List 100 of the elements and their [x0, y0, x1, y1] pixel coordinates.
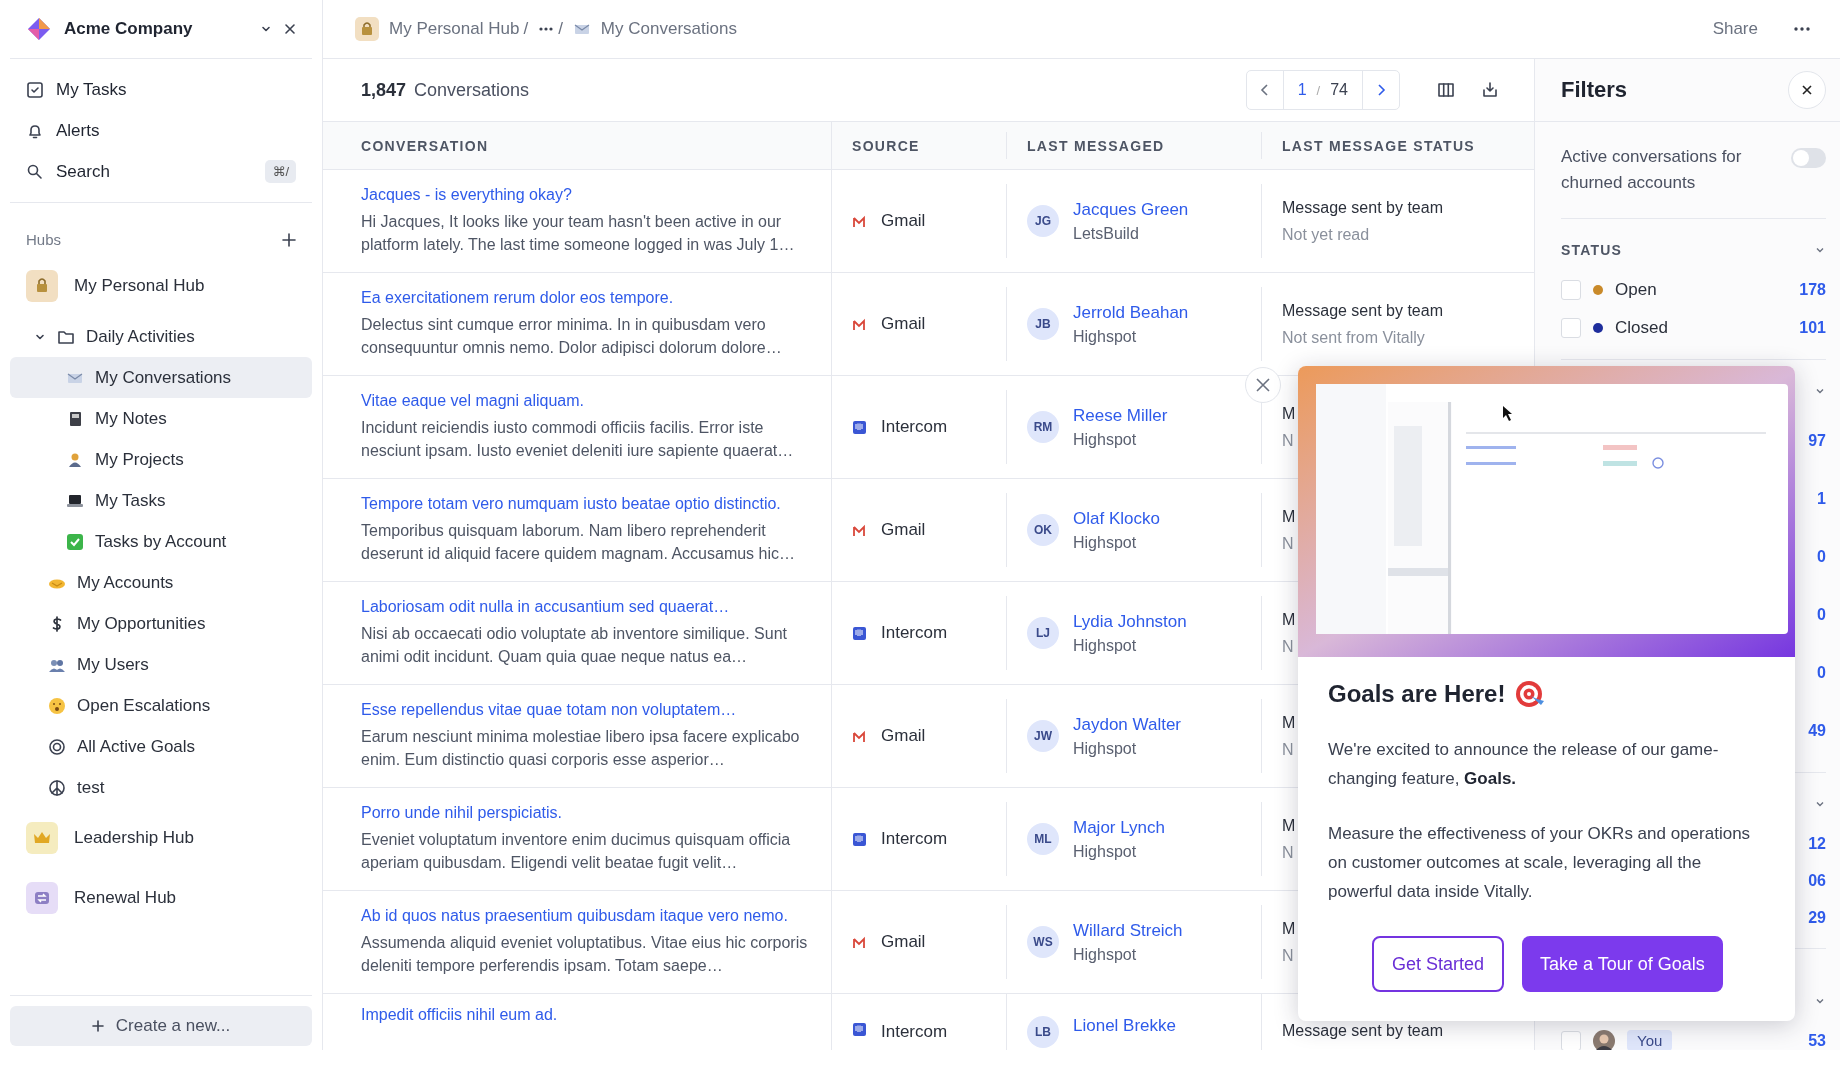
source-label: Gmail [881, 520, 926, 540]
read-status: Not yet read [1282, 225, 1370, 244]
checkbox[interactable] [1561, 280, 1581, 300]
message-status: Message sent by team [1282, 1022, 1443, 1040]
page-separator: / [1316, 82, 1321, 98]
peace-icon [48, 778, 66, 797]
tree-item[interactable]: My Tasks [10, 480, 312, 521]
workspace-name[interactable]: Acme Company [64, 19, 193, 39]
share-button[interactable]: Share [1712, 19, 1758, 39]
mail-icon [852, 522, 867, 538]
tree-item[interactable]: My Accounts [10, 562, 312, 603]
breadcrumb-separator: / [523, 19, 529, 39]
contact-link[interactable]: Jacques Green [1073, 199, 1189, 220]
conversation-link[interactable]: Esse repellendus vitae quae totam non voluptatem… [361, 701, 737, 719]
close-button[interactable] [1788, 71, 1826, 109]
contact-link[interactable]: Jaydon Walter [1073, 714, 1182, 735]
shortcut-badge: ⌘/ [265, 160, 296, 183]
tree-item[interactable]: Renewal Hub [10, 868, 312, 928]
result-count: 1,847 [361, 79, 407, 101]
tour-button[interactable]: Take a Tour of Goals [1522, 936, 1723, 992]
source-label: Gmail [881, 211, 926, 231]
tree-item[interactable]: My Opportunities [10, 603, 312, 644]
download-icon [1481, 81, 1499, 99]
contact-link[interactable]: Reese Miller [1073, 405, 1168, 426]
filter-option[interactable]: Open [1615, 280, 1657, 300]
checkbox[interactable] [1561, 1030, 1581, 1050]
message-preview: Nisi ab occaecati odio voluptate ab inventore similique. Sunt animi odit incidunt. Quam quia quae neque natus ea… [361, 624, 789, 667]
message-preview: Eveniet voluptatum inventore enim ducimus quisquam officia aperiam quibusdam. Eligendi velit beatae fugit velit… [361, 830, 792, 873]
conversation-link[interactable]: Vitae eaque vel magni aliquam. [361, 392, 584, 410]
read-status: N [1282, 431, 1294, 450]
checkbox-icon [26, 80, 44, 99]
tree-item[interactable]: My Projects [10, 439, 312, 480]
tree-item[interactable]: Open Escalations [10, 685, 312, 726]
option-count: 1 [1817, 490, 1826, 508]
tree-item[interactable]: My Personal Hub [10, 256, 312, 316]
avatar: JG [1027, 205, 1059, 237]
toggle-switch[interactable] [1791, 148, 1826, 168]
tree-item[interactable]: All Active Goals [10, 726, 312, 767]
message-status: M [1282, 816, 1296, 835]
contact-link[interactable]: Major Lynch [1073, 817, 1165, 838]
checkbox[interactable] [1561, 318, 1581, 338]
avatar: JW [1027, 720, 1059, 752]
contact-link[interactable]: Jerrold Beahan [1073, 302, 1189, 323]
conversation-link[interactable]: Ea exercitationem rerum dolor eos tempore. [361, 289, 674, 307]
contact-link[interactable]: Lionel Brekke [1073, 1016, 1176, 1036]
avatar: ML [1027, 823, 1059, 855]
source-label: Intercom [881, 623, 948, 643]
filter-option[interactable]: Closed [1615, 318, 1668, 338]
option-count: 0 [1817, 606, 1826, 624]
company-name: Highspot [1073, 945, 1138, 964]
avatar: LJ [1027, 617, 1059, 649]
nav-item[interactable]: Alerts [10, 110, 312, 151]
conversation-link[interactable]: Laboriosam odit nulla in accusantium sed quaerat… [361, 598, 730, 616]
conversation-link[interactable]: Ab id quos natus praesentium quibusdam itaque vero nemo. [361, 907, 788, 925]
tree-item[interactable]: My Conversations [10, 357, 312, 398]
conversation-link[interactable]: Jacques - is everything okay? [361, 186, 572, 204]
tree-item[interactable]: test [10, 767, 312, 808]
company-name: Highspot [1073, 327, 1138, 346]
company-name: Highspot [1073, 430, 1138, 449]
breadcrumb-link[interactable]: My Conversations [600, 19, 737, 39]
conversation-link[interactable]: Porro unde nihil perspiciatis. [361, 804, 562, 822]
option-count: 178 [1799, 281, 1826, 299]
source-label: Gmail [881, 932, 926, 952]
column-header[interactable]: CONVERSATION [361, 137, 489, 154]
tree-item[interactable]: Leadership Hub [10, 808, 312, 868]
company-name: Highspot [1073, 533, 1138, 552]
option-count: 0 [1817, 548, 1826, 566]
add-icon [282, 232, 296, 247]
contact-link[interactable]: Olaf Klocko [1073, 508, 1160, 529]
page-total: 74 [1330, 81, 1348, 99]
user-tag: You [1627, 1030, 1673, 1050]
conversation-link[interactable]: Tempore totam vero numquam iusto beatae optio distinctio. [361, 495, 781, 513]
conversation-link[interactable]: Impedit officiis nihil eum ad. [361, 1006, 558, 1024]
tree-item[interactable]: My Users [10, 644, 312, 685]
announcement-title: Goals are Here! [1328, 680, 1506, 708]
contact-link[interactable]: Willard Streich [1073, 920, 1183, 941]
tree-item[interactable]: Daily Activities [10, 316, 312, 357]
tree-item[interactable]: Tasks by Account [10, 521, 312, 562]
company-name: Highspot [1073, 842, 1138, 861]
message-status: Message sent by team [1282, 301, 1443, 320]
nav-item[interactable]: Search ⌘/ [10, 151, 312, 192]
page-number[interactable]: 1 [1297, 81, 1307, 99]
column-header[interactable]: LAST MESSAGE STATUS [1282, 137, 1475, 154]
contact-link[interactable]: Lydia Johnston [1073, 611, 1187, 632]
get-started-button[interactable]: Get Started [1372, 936, 1505, 992]
column-header[interactable]: LAST MESSAGED [1027, 137, 1165, 154]
column-header[interactable]: SOURCE [852, 137, 920, 154]
plus-icon [91, 1020, 104, 1032]
section-label: STATUS [1561, 242, 1623, 258]
message-preview: Delectus sint cumque error minima. In in quibusdam vero consequuntur omnis nemo. Dolor adipisci dolorum dolore… [361, 315, 783, 358]
result-label: Conversations [414, 79, 530, 101]
read-status: N [1282, 946, 1294, 965]
breadcrumb-link[interactable]: My Personal Hub [389, 19, 520, 39]
nav-item[interactable]: My Tasks [10, 69, 312, 110]
mail-icon [852, 213, 867, 229]
source-label: Gmail [881, 314, 926, 334]
tree-item[interactable]: My Notes [10, 398, 312, 439]
avatar: WS [1027, 926, 1059, 958]
close-button[interactable] [1245, 367, 1281, 403]
create-button[interactable]: Create a new... [10, 1006, 312, 1046]
